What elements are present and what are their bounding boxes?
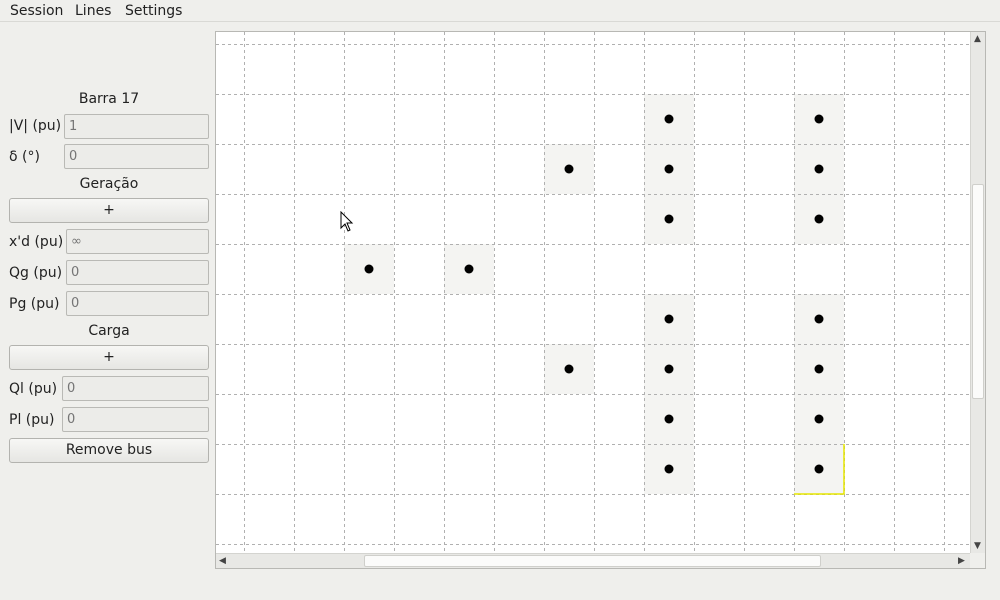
qg-input[interactable] bbox=[66, 260, 209, 285]
scroll-down-icon[interactable]: ▼ bbox=[974, 541, 981, 551]
bus-node[interactable] bbox=[664, 414, 674, 424]
bus-node[interactable] bbox=[564, 364, 574, 374]
xd-label: x'd (pu) bbox=[9, 234, 64, 250]
canvas-grid bbox=[216, 32, 985, 568]
bus-node[interactable] bbox=[364, 264, 374, 274]
bus-node[interactable] bbox=[814, 414, 824, 424]
add-load-button[interactable]: + bbox=[9, 345, 209, 370]
generation-title: Geração bbox=[79, 176, 139, 192]
bus-node[interactable] bbox=[664, 114, 674, 124]
ql-label: Ql (pu) bbox=[9, 381, 58, 397]
ql-input[interactable] bbox=[62, 376, 209, 401]
bus-node[interactable] bbox=[664, 164, 674, 174]
voltage-input[interactable] bbox=[64, 114, 209, 139]
bus-node[interactable] bbox=[664, 314, 674, 324]
bus-node[interactable] bbox=[464, 264, 474, 274]
bus-node[interactable] bbox=[814, 314, 824, 324]
scroll-right-icon[interactable]: ▶ bbox=[958, 556, 965, 566]
pg-input[interactable] bbox=[66, 291, 209, 316]
bus-node[interactable] bbox=[664, 364, 674, 374]
bus-properties-panel: Barra 17 |V| (pu) δ (°) Geração + x'd (p… bbox=[0, 22, 215, 600]
menu-session[interactable]: Session bbox=[10, 3, 63, 19]
vertical-scroll-thumb[interactable] bbox=[972, 184, 984, 399]
angle-input[interactable] bbox=[64, 144, 209, 169]
circuit-canvas[interactable] bbox=[215, 31, 986, 569]
xd-input[interactable] bbox=[66, 229, 209, 254]
vertical-scrollbar[interactable]: ▲ ▼ bbox=[970, 32, 985, 553]
bus-title: Barra 17 bbox=[78, 91, 140, 107]
scroll-up-icon[interactable]: ▲ bbox=[974, 34, 981, 44]
menu-settings[interactable]: Settings bbox=[125, 3, 182, 19]
scroll-corner bbox=[970, 553, 985, 568]
pl-label: Pl (pu) bbox=[9, 412, 55, 428]
bus-node[interactable] bbox=[814, 164, 824, 174]
pl-input[interactable] bbox=[62, 407, 209, 432]
load-title: Carga bbox=[88, 323, 130, 339]
add-generation-button[interactable]: + bbox=[9, 198, 209, 223]
bus-node[interactable] bbox=[664, 464, 674, 474]
scroll-left-icon[interactable]: ◀ bbox=[219, 556, 226, 566]
horizontal-scrollbar[interactable]: ◀ ▶ bbox=[216, 553, 970, 568]
bus-node[interactable] bbox=[564, 164, 574, 174]
horizontal-scroll-thumb[interactable] bbox=[364, 555, 821, 567]
qg-label: Qg (pu) bbox=[9, 265, 63, 281]
menu-lines[interactable]: Lines bbox=[75, 3, 111, 19]
bus-node[interactable] bbox=[814, 114, 824, 124]
menu-bar: Session Lines Settings bbox=[0, 0, 1000, 22]
pg-label: Pg (pu) bbox=[9, 296, 60, 312]
remove-bus-button[interactable]: Remove bus bbox=[9, 438, 209, 463]
bus-node[interactable] bbox=[664, 214, 674, 224]
bus-node[interactable] bbox=[814, 214, 824, 224]
bus-node[interactable] bbox=[814, 464, 824, 474]
bus-node[interactable] bbox=[814, 364, 824, 374]
voltage-label: |V| (pu) bbox=[9, 118, 62, 134]
mouse-cursor-icon bbox=[340, 211, 354, 232]
angle-label: δ (°) bbox=[9, 149, 40, 165]
